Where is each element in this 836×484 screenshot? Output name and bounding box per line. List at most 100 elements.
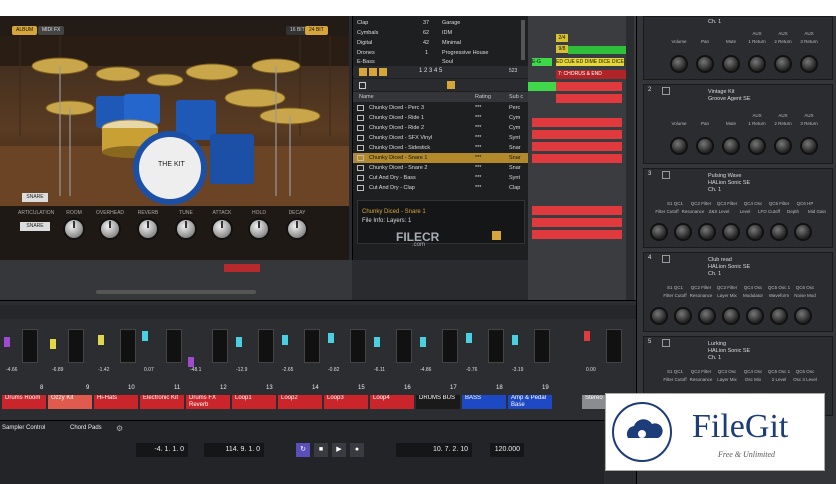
marker[interactable]: 9/8 (556, 45, 568, 53)
quick-control-knob[interactable] (748, 309, 762, 323)
mute-knob[interactable] (724, 57, 738, 71)
pan-knob[interactable] (698, 139, 712, 153)
channel-fader[interactable] (534, 329, 550, 363)
stereo-fader[interactable] (606, 329, 622, 363)
hold-knob[interactable] (250, 220, 268, 238)
result-row[interactable]: Chunky Diced - Sidestick *** Snar (353, 143, 529, 153)
result-row[interactable]: Cut And Dry - Bass *** Synt (353, 173, 529, 183)
tab-midi-fx[interactable]: MIDI FX (38, 26, 65, 35)
preview-icon[interactable] (447, 81, 455, 89)
tune-knob[interactable] (177, 220, 195, 238)
horizontal-scrollbar[interactable] (96, 290, 256, 294)
clip[interactable]: ED CUE ED DIME DICE DICE (556, 58, 624, 66)
filter-icon[interactable] (369, 68, 377, 76)
clip[interactable] (532, 206, 622, 215)
track-name[interactable]: Ozzy Kit (48, 395, 92, 409)
clip[interactable] (532, 230, 622, 239)
fader-handle[interactable] (236, 337, 242, 347)
gear-icon[interactable]: ⚙ (116, 424, 123, 433)
return-knob[interactable] (776, 139, 790, 153)
tempo-display[interactable]: 120.000 (490, 443, 524, 457)
volume-knob[interactable] (672, 139, 686, 153)
category-item[interactable]: Soul (442, 59, 453, 65)
category-item[interactable]: Progressive House (442, 50, 488, 56)
power-icon[interactable] (662, 255, 670, 263)
power-icon[interactable] (662, 171, 670, 179)
clip[interactable] (556, 82, 622, 91)
track-name[interactable]: Loop4 (370, 395, 414, 409)
category-item[interactable]: E-Bass (357, 59, 375, 65)
channel-fader[interactable] (258, 329, 274, 363)
quick-control-knob[interactable] (700, 309, 714, 323)
clip[interactable] (532, 142, 622, 151)
return-knob[interactable] (750, 139, 764, 153)
fader-handle[interactable] (142, 331, 148, 341)
overhead-knob[interactable] (101, 220, 119, 238)
volume-knob[interactable] (672, 57, 686, 71)
pan-knob[interactable] (698, 57, 712, 71)
category-item[interactable]: IDM (442, 30, 452, 36)
quick-control-knob[interactable] (796, 225, 810, 239)
stop-button[interactable]: ■ (314, 443, 328, 457)
tab-album[interactable]: ALBUM (12, 26, 38, 35)
clip[interactable] (568, 46, 628, 54)
reverb-knob[interactable] (139, 220, 157, 238)
clip[interactable] (528, 82, 556, 91)
channel-fader[interactable] (442, 329, 458, 363)
quick-control-knob[interactable] (772, 309, 786, 323)
quick-control-knob[interactable] (724, 225, 738, 239)
quick-control-knob[interactable] (676, 225, 690, 239)
quick-control-knob[interactable] (652, 309, 666, 323)
track-name[interactable]: Loop1 (232, 395, 276, 409)
result-row[interactable]: Chunky Diced - Ride 2 *** Cym (353, 123, 529, 133)
filter-icon[interactable] (359, 68, 367, 76)
record-button[interactable]: ● (350, 443, 364, 457)
clip[interactable] (532, 154, 622, 163)
track-name[interactable]: Electronic Kit (140, 395, 184, 409)
section-label[interactable]: 7: CHORUS & END (556, 70, 626, 79)
category-scrollbar[interactable] (521, 20, 525, 60)
category-item[interactable]: Garage (442, 20, 460, 26)
quick-control-knob[interactable] (748, 225, 762, 239)
fader-handle[interactable] (584, 331, 590, 341)
power-icon[interactable] (662, 339, 670, 347)
category-item[interactable]: Drones (357, 50, 375, 56)
track-name[interactable]: Drums FX Reverb (186, 395, 230, 409)
right-locator[interactable]: 114. 9. 1. 0 (204, 443, 264, 457)
fader-handle[interactable] (282, 335, 288, 345)
clip[interactable] (532, 130, 622, 139)
fader-handle[interactable] (188, 357, 194, 367)
decay-knob[interactable] (288, 220, 306, 238)
quick-control-knob[interactable] (700, 225, 714, 239)
channel-fader[interactable] (212, 329, 228, 363)
channel-fader[interactable] (120, 329, 136, 363)
marker[interactable]: 2/4 (556, 34, 568, 42)
return-knob[interactable] (750, 57, 764, 71)
cycle-button[interactable]: ↻ (296, 443, 310, 457)
tab-sampler-control[interactable]: Sampler Control (2, 425, 45, 431)
result-row[interactable]: Chunky Diced - SFX Vinyl *** Synt (353, 133, 529, 143)
play-preview-icon[interactable] (492, 231, 501, 240)
clip[interactable] (224, 264, 260, 272)
track-name[interactable]: Hi-Hats (94, 395, 138, 409)
track-name[interactable]: BASS (462, 395, 506, 409)
fader-handle[interactable] (512, 335, 518, 345)
mute-knob[interactable] (724, 139, 738, 153)
fader-handle[interactable] (328, 333, 334, 343)
result-row-selected[interactable]: Chunky Diced - Snare 1 *** Snar (353, 153, 529, 163)
clip[interactable]: E-G (532, 58, 552, 66)
drum-kit-illustration[interactable]: THE KIT (0, 36, 349, 206)
result-row[interactable]: Chunky Diced - Perc 3 *** Perc (353, 103, 529, 113)
fader-handle[interactable] (374, 337, 380, 347)
filter-icon[interactable] (379, 68, 387, 76)
result-row[interactable]: Cut And Dry - Clap *** Clap (353, 183, 529, 193)
tab-chord-pads[interactable]: Chord Pads (70, 425, 102, 431)
clip[interactable] (532, 218, 622, 227)
track-name[interactable]: Amp & Pedal Base (508, 395, 552, 409)
quick-control-knob[interactable] (772, 225, 786, 239)
fader-handle[interactable] (466, 333, 472, 343)
quick-control-knob[interactable] (652, 225, 666, 239)
channel-fader[interactable] (350, 329, 366, 363)
room-knob[interactable] (65, 220, 83, 238)
channel-fader[interactable] (166, 329, 182, 363)
